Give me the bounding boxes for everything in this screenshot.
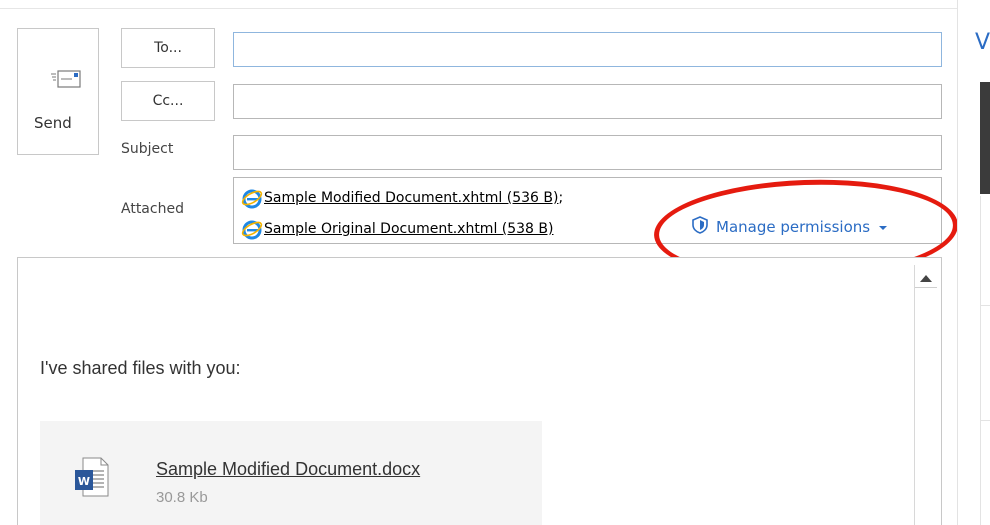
attached-label: Attached [121,201,184,217]
right-pane-separator [980,305,990,306]
chevron-down-icon [878,218,888,236]
manage-permissions-label: Manage permissions [716,218,871,236]
shared-file-card[interactable]: W Sample Modified Document.docx 30.8 Kb [40,421,542,525]
top-divider [0,8,958,9]
cc-field[interactable] [233,84,942,119]
shared-file-name[interactable]: Sample Modified Document.docx [156,459,420,480]
to-label: To... [154,40,182,56]
internet-explorer-icon [241,218,263,240]
svg-text:W: W [78,475,90,488]
manage-permissions-button[interactable]: Manage permissions [692,216,888,238]
attachment-name: Sample Modified Document.xhtml (536 B) [264,190,559,206]
to-button[interactable]: To... [121,28,215,68]
attachment-separator: ; [558,190,564,206]
cc-label: Cc... [152,93,184,109]
right-pane-border [980,196,990,525]
attachment-name: Sample Original Document.xhtml (538 B) [264,221,554,237]
send-label: Send [34,114,72,132]
attachment-item[interactable]: Sample Modified Document.xhtml (536 B) ; [241,187,563,209]
compose-window: Send To... Cc... Subject Attached Sample… [0,0,990,525]
scroll-up-arrow-icon[interactable] [918,269,934,288]
send-button[interactable]: Send [17,28,99,155]
word-doc-icon: W [75,457,109,501]
subject-label: Subject [121,141,174,157]
scroll-divider [915,287,937,288]
send-icon [50,69,84,95]
subject-field[interactable] [233,135,942,170]
attachment-item[interactable]: Sample Original Document.xhtml (538 B) [241,218,553,240]
right-pane-heading: V [975,30,990,55]
shared-intro-text: I've shared files with you: [40,358,241,378]
shared-file-size: 30.8 Kb [156,489,208,506]
right-pane-separator [980,420,990,421]
shield-icon [692,216,708,238]
cc-button[interactable]: Cc... [121,81,215,121]
right-pane-dark-block [980,82,990,194]
scrollbar[interactable] [914,265,937,525]
internet-explorer-icon [241,187,263,209]
to-field[interactable] [233,32,942,67]
